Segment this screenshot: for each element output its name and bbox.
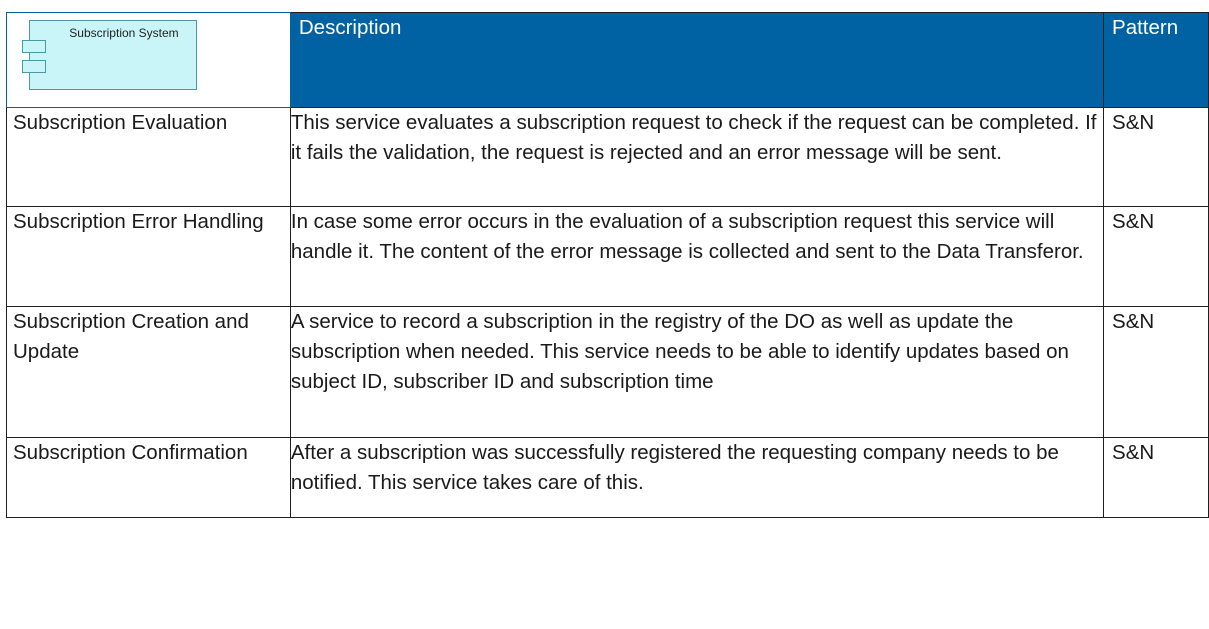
header-row: Subscription System Description Pattern [6, 12, 1209, 108]
service-pattern: S&N [1103, 206, 1209, 307]
service-pattern: S&N [1103, 306, 1209, 438]
service-pattern: S&N [1103, 107, 1209, 207]
component-port-icon [22, 60, 46, 73]
service-name: Subscription Error Handling [6, 206, 291, 307]
table-row: Subscription Error Handling In case some… [6, 206, 1209, 307]
service-name: Subscription Creation and Update [6, 306, 291, 438]
service-name: Subscription Confirmation [6, 437, 291, 518]
service-pattern: S&N [1103, 437, 1209, 518]
service-description: In case some error occurs in the evaluat… [289, 206, 1105, 307]
component-icon: Subscription System [22, 20, 197, 90]
table-row: Subscription Confirmation After a subscr… [6, 437, 1209, 518]
service-description: After a subscription was successfully re… [289, 437, 1105, 518]
table-row: Subscription Creation and Update A servi… [6, 306, 1209, 438]
component-port-icon [22, 40, 46, 53]
column-header-pattern: Pattern [1103, 12, 1209, 108]
services-table: Subscription System Description Pattern … [6, 12, 1209, 518]
service-description: A service to record a subscription in th… [289, 306, 1105, 438]
service-description: This service evaluates a subscription re… [289, 107, 1105, 207]
table-row: Subscription Evaluation This service eva… [6, 107, 1209, 207]
component-label: Subscription System [69, 26, 179, 40]
column-header-description: Description [289, 12, 1105, 108]
component-cell: Subscription System [6, 12, 291, 108]
service-name: Subscription Evaluation [6, 107, 291, 207]
